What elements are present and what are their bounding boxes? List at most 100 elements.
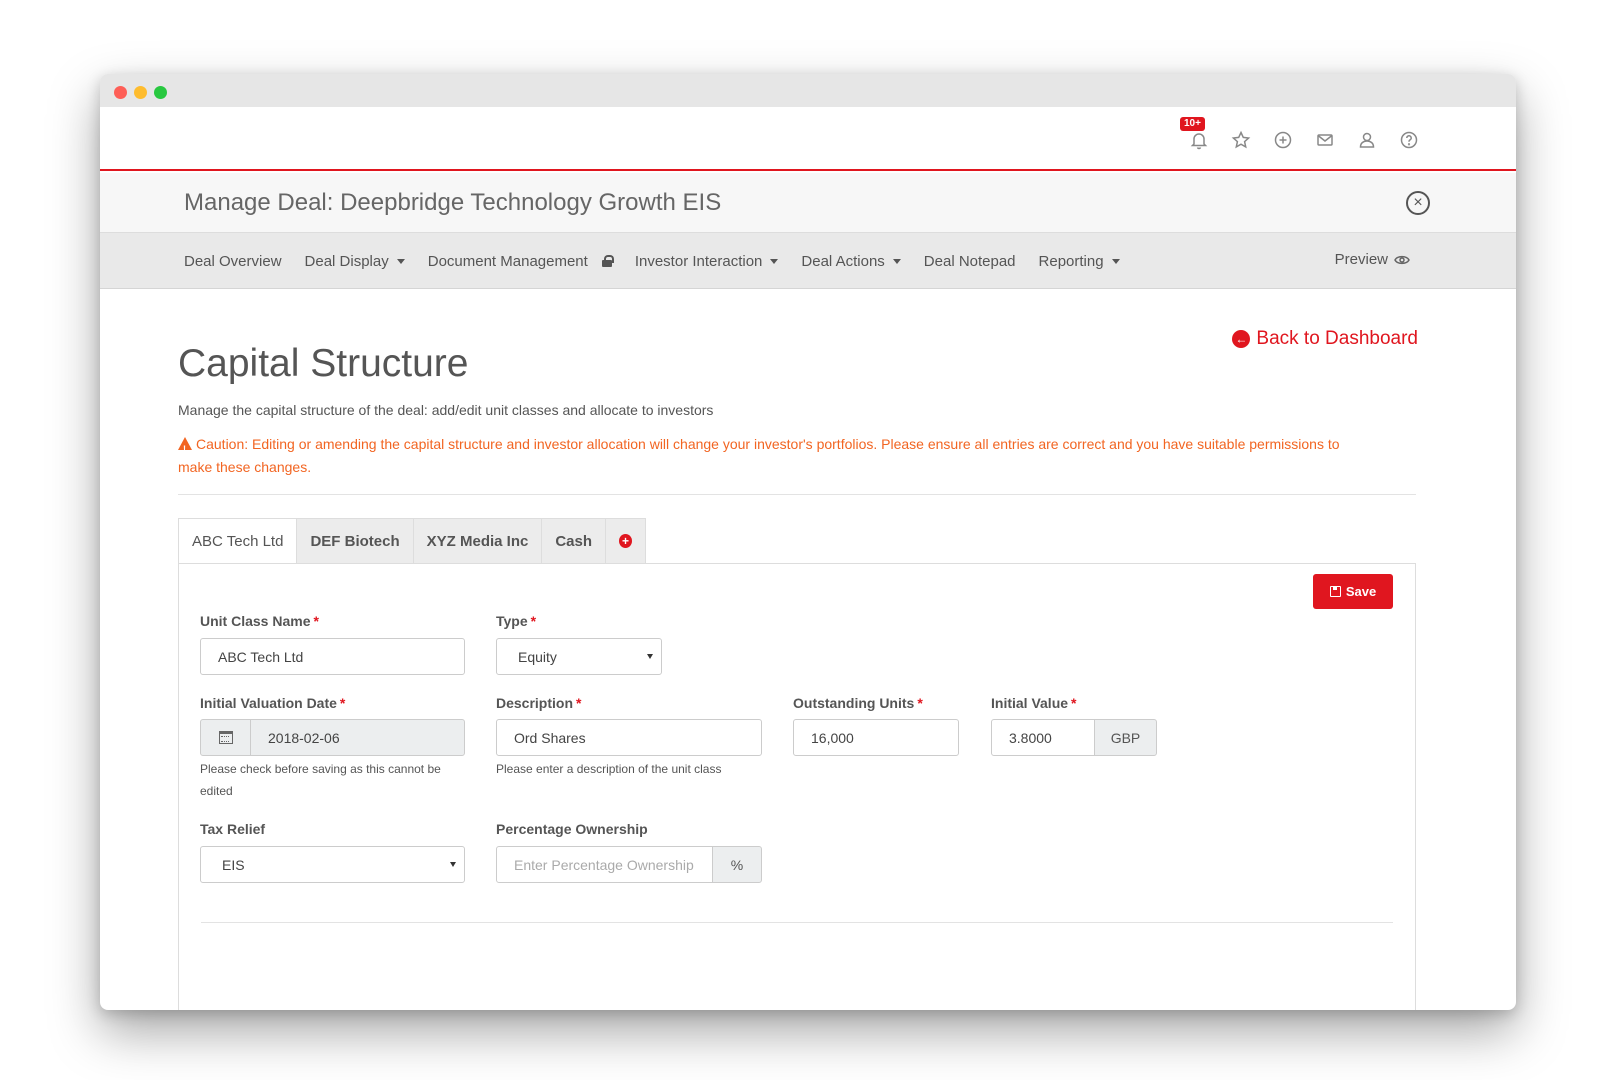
label-text: Unit Class Name: [200, 613, 311, 629]
description-input[interactable]: [496, 719, 762, 756]
tab-xyz-media-inc[interactable]: XYZ Media Inc: [413, 518, 543, 564]
nav-deal-actions[interactable]: Deal Actions: [801, 252, 901, 270]
label-text: Initial Valuation Date: [200, 695, 337, 711]
tax-relief-label: Tax Relief: [200, 821, 265, 837]
required-marker: *: [530, 613, 537, 629]
nav-reporting[interactable]: Reporting: [1039, 253, 1120, 270]
required-marker: *: [576, 695, 582, 711]
nav-label: Deal Overview: [184, 252, 282, 270]
caret-down-icon: [450, 862, 456, 867]
required-marker: *: [313, 613, 319, 629]
save-label: Save: [1345, 584, 1377, 599]
tax-relief-selected-value: EIS: [222, 856, 245, 873]
initial-value-input[interactable]: [991, 719, 1095, 756]
unit-class-name-input[interactable]: [200, 638, 465, 675]
percent-addon: %: [712, 846, 762, 883]
page-subtitle: Manage the capital structure of the deal…: [178, 402, 714, 418]
unit-class-form-panel: Save Unit Class Name* Type* Equity Initi…: [178, 563, 1416, 1010]
lock-icon: [601, 255, 614, 267]
type-select[interactable]: Equity: [496, 638, 662, 675]
caret-down-icon: [770, 258, 779, 264]
arrow-left-circle-icon: ←: [1232, 330, 1251, 348]
add-tab-button[interactable]: +: [606, 518, 647, 564]
initial-valuation-date-label: Initial Valuation Date *: [200, 695, 345, 711]
main-content: ← Back to Dashboard Capital Structure Ma…: [100, 290, 1516, 1010]
window-titlebar: [100, 74, 1516, 107]
label-text: Tax Relief: [200, 821, 266, 837]
notification-badge: 10+: [1180, 117, 1205, 131]
percentage-ownership-input[interactable]: [496, 846, 713, 883]
tab-abc-tech-ltd[interactable]: ABC Tech Ltd: [178, 518, 298, 564]
calendar-addon[interactable]: [200, 719, 251, 756]
nav-deal-display[interactable]: Deal Display: [305, 253, 405, 270]
preview-link[interactable]: Preview: [1335, 251, 1410, 268]
outstanding-units-label: Outstanding Units *: [793, 695, 923, 711]
bell-icon[interactable]: 10+: [1180, 117, 1210, 151]
caution-message: Caution: Editing or amending the capital…: [178, 433, 1358, 479]
deal-navbar: Deal Overview Deal Display Document Mana…: [100, 233, 1516, 289]
initial-valuation-date-input[interactable]: [250, 719, 465, 756]
tab-def-biotech[interactable]: DEF Biotech: [297, 518, 414, 564]
unit-class-name-label: Unit Class Name *: [200, 613, 319, 629]
nav-deal-overview[interactable]: Deal Overview: [184, 253, 282, 270]
type-label: Type *: [496, 613, 536, 629]
required-marker: *: [1071, 695, 1077, 711]
nav-deal-notepad[interactable]: Deal Notepad: [924, 253, 1016, 270]
nav-investor-interaction[interactable]: Investor Interaction: [635, 253, 779, 270]
percentage-ownership-label: Percentage Ownership: [496, 821, 648, 837]
label-text: Type: [496, 613, 528, 629]
save-button[interactable]: Save: [1313, 574, 1393, 609]
close-icon[interactable]: ×: [1406, 191, 1430, 215]
top-header: 10+: [100, 107, 1516, 171]
page-title: Capital Structure: [178, 342, 469, 385]
caret-down-icon: [396, 258, 405, 264]
caret-down-icon: [647, 654, 653, 659]
plus-circle-icon: +: [619, 534, 633, 548]
help-icon[interactable]: [1398, 129, 1420, 151]
form-divider: [201, 922, 1393, 923]
deal-header-bar: Manage Deal: Deepbridge Technology Growt…: [100, 173, 1516, 233]
required-marker: *: [339, 695, 346, 711]
back-to-dashboard-link[interactable]: ← Back to Dashboard: [1232, 328, 1418, 350]
browser-window: 10+ Manage Deal: Deepbridge Technology G…: [100, 74, 1516, 1010]
label-text: Outstanding Units: [793, 695, 915, 711]
nav-label: Investor Interaction: [634, 252, 763, 270]
type-selected-value: Equity: [518, 648, 557, 665]
tax-relief-select[interactable]: EIS: [200, 846, 465, 883]
nav-label: Reporting: [1038, 252, 1104, 270]
maximize-window-dot[interactable]: [154, 86, 167, 99]
mail-icon[interactable]: [1314, 129, 1336, 151]
valuation-date-help-text: Please check before saving as this canno…: [200, 762, 441, 798]
nav-document-management[interactable]: Document Management: [427, 252, 614, 270]
header-icon-group: 10+: [1180, 117, 1420, 151]
currency-addon: GBP: [1094, 719, 1157, 756]
star-icon[interactable]: [1230, 129, 1252, 151]
nav-items: Deal Overview Deal Display Document Mana…: [184, 233, 1120, 289]
plus-circle-icon[interactable]: [1272, 129, 1294, 151]
eye-icon: [1394, 255, 1410, 264]
outstanding-units-input[interactable]: [793, 719, 959, 756]
calendar-icon: [218, 731, 233, 744]
deal-title: Manage Deal: Deepbridge Technology Growt…: [184, 189, 722, 216]
caution-text: Caution: Editing or amending the capital…: [178, 436, 1340, 475]
unit-class-tabs: ABC Tech Ltd DEF Biotech XYZ Media Inc C…: [178, 518, 647, 564]
nav-label: Deal Display: [304, 252, 389, 270]
nav-label: Document Management: [427, 252, 588, 270]
nav-label: Deal Notepad: [923, 252, 1016, 270]
tab-cash[interactable]: Cash: [542, 518, 607, 564]
description-label: Description *: [496, 695, 581, 711]
required-marker: *: [917, 695, 923, 711]
back-link-label: Back to Dashboard: [1256, 328, 1418, 349]
caret-down-icon: [1111, 258, 1120, 264]
close-window-dot[interactable]: [114, 86, 127, 99]
label-text: Percentage Ownership: [496, 821, 648, 837]
caret-down-icon: [892, 258, 901, 264]
minimize-window-dot[interactable]: [134, 86, 147, 99]
user-icon[interactable]: [1356, 129, 1378, 151]
floppy-disk-icon: [1329, 586, 1341, 597]
description-help-text: Please enter a description of the unit c…: [496, 762, 722, 776]
section-divider: [178, 494, 1416, 495]
label-text: Initial Value: [991, 695, 1069, 711]
label-text: Description: [496, 695, 574, 711]
nav-label: Deal Actions: [801, 252, 885, 270]
